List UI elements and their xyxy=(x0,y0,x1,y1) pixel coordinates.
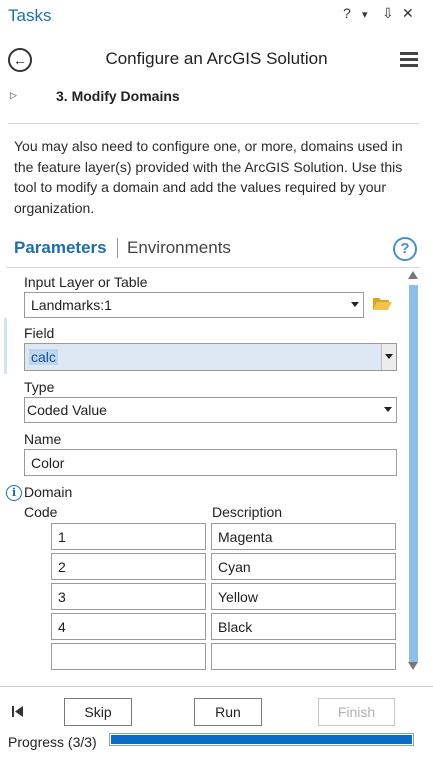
pane-title: Tasks xyxy=(8,6,52,25)
close-icon[interactable]: ✕ xyxy=(402,5,414,22)
code-cell[interactable]: 3 xyxy=(51,583,206,610)
type-label: Type xyxy=(24,379,55,395)
description-cell[interactable]: Cyan xyxy=(211,553,396,580)
tab-divider xyxy=(117,238,118,258)
field-dropdown[interactable]: calc xyxy=(24,343,397,371)
hamburger-menu-icon[interactable] xyxy=(400,52,418,67)
domain-label: Domain xyxy=(24,484,73,500)
input-layer-dropdown[interactable]: Landmarks:1 xyxy=(24,292,364,318)
field-label: Field xyxy=(24,325,55,341)
description-value: Black xyxy=(218,618,253,635)
divider xyxy=(0,686,433,687)
step-title: 3. Modify Domains xyxy=(56,88,180,104)
pin-icon[interactable]: ⇩ xyxy=(382,5,394,22)
description-value: Magenta xyxy=(218,528,273,545)
active-parameter-marker xyxy=(4,318,7,374)
folder-open-icon[interactable] xyxy=(372,296,392,311)
skip-button[interactable]: Skip xyxy=(64,698,132,726)
dropdown-icon[interactable]: ▾ xyxy=(362,8,368,21)
step-description: You may also need to configure one, or m… xyxy=(14,138,403,216)
expand-step-icon[interactable]: ▷ xyxy=(10,90,17,101)
progress-label: Progress (3/3) xyxy=(8,734,97,750)
scroll-down-icon[interactable] xyxy=(408,662,418,670)
description-cell[interactable]: Magenta xyxy=(211,523,396,550)
progress-bar xyxy=(109,733,414,746)
task-title: Configure an ArcGIS Solution xyxy=(105,49,328,68)
help-icon[interactable]: ? xyxy=(393,237,417,261)
description-value: Cyan xyxy=(218,558,251,575)
code-column-header: Code xyxy=(24,504,58,520)
tab-environments[interactable]: Environments xyxy=(127,238,231,258)
info-icon[interactable]: i xyxy=(6,485,22,501)
code-cell[interactable]: 4 xyxy=(51,613,206,640)
code-value: 4 xyxy=(58,618,66,635)
chevron-down-icon xyxy=(385,354,393,359)
name-label: Name xyxy=(24,431,62,447)
name-input[interactable]: Color xyxy=(24,449,397,476)
description-column-header: Description xyxy=(212,504,283,520)
description-value: Yellow xyxy=(218,588,258,605)
code-value: 3 xyxy=(58,588,66,605)
scrollbar-thumb[interactable] xyxy=(409,285,418,662)
tab-parameters[interactable]: Parameters xyxy=(14,238,107,258)
help-menu-icon[interactable]: ? xyxy=(343,5,351,21)
chevron-down-icon xyxy=(384,407,392,412)
code-cell[interactable]: 2 xyxy=(51,553,206,580)
description-cell-empty[interactable] xyxy=(211,643,396,670)
run-button[interactable]: Run xyxy=(194,698,262,726)
input-layer-label: Input Layer or Table xyxy=(24,274,148,290)
type-dropdown[interactable]: Coded Value xyxy=(24,397,397,423)
divider xyxy=(8,123,419,124)
scroll-up-icon[interactable] xyxy=(408,271,418,279)
code-cell[interactable]: 1 xyxy=(51,523,206,550)
code-value: 1 xyxy=(58,528,66,545)
field-value: calc xyxy=(29,349,58,365)
chevron-down-icon xyxy=(351,302,359,307)
first-step-icon[interactable] xyxy=(12,706,23,717)
name-value: Color xyxy=(31,454,65,471)
description-cell[interactable]: Yellow xyxy=(211,583,396,610)
description-cell[interactable]: Black xyxy=(211,613,396,640)
progress-bar-fill xyxy=(111,735,412,744)
code-value: 2 xyxy=(58,558,66,575)
type-value: Coded Value xyxy=(27,402,107,418)
code-cell-empty[interactable] xyxy=(51,643,206,670)
field-dropdown-button[interactable] xyxy=(381,344,396,370)
input-layer-value: Landmarks:1 xyxy=(31,297,112,313)
finish-button[interactable]: Finish xyxy=(318,698,395,726)
back-icon[interactable]: ← xyxy=(8,48,32,72)
